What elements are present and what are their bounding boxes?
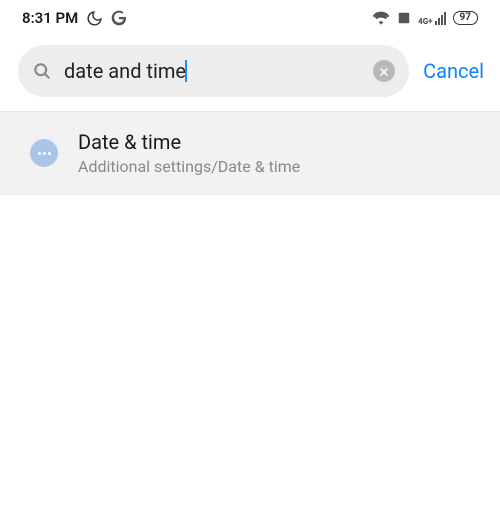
result-text: Date & time Additional settings/Date & t… bbox=[78, 130, 300, 176]
search-box[interactable]: date and time bbox=[18, 45, 409, 97]
battery-indicator: 97 bbox=[453, 11, 478, 25]
search-results: Date & time Additional settings/Date & t… bbox=[0, 111, 500, 195]
signal-icon: 4G+ bbox=[418, 12, 445, 25]
result-title: Date & time bbox=[78, 130, 300, 154]
status-time: 8:31 PM bbox=[22, 9, 78, 27]
sim-icon bbox=[397, 11, 411, 25]
cancel-button[interactable]: Cancel bbox=[423, 59, 484, 83]
status-left: 8:31 PM bbox=[22, 9, 127, 27]
search-icon bbox=[32, 61, 52, 81]
google-icon bbox=[111, 10, 127, 26]
search-row: date and time Cancel bbox=[0, 34, 500, 111]
moon-icon bbox=[86, 10, 103, 27]
wifi-icon bbox=[372, 11, 390, 25]
result-path: Additional settings/Date & time bbox=[78, 157, 300, 176]
network-label: 4G+ bbox=[418, 18, 432, 25]
more-icon bbox=[30, 139, 58, 167]
result-item-date-time[interactable]: Date & time Additional settings/Date & t… bbox=[0, 112, 500, 194]
status-bar: 8:31 PM 4G+ 97 bbox=[0, 0, 500, 34]
close-icon bbox=[379, 62, 389, 81]
clear-button[interactable] bbox=[373, 60, 395, 82]
status-right: 4G+ 97 bbox=[372, 11, 478, 25]
